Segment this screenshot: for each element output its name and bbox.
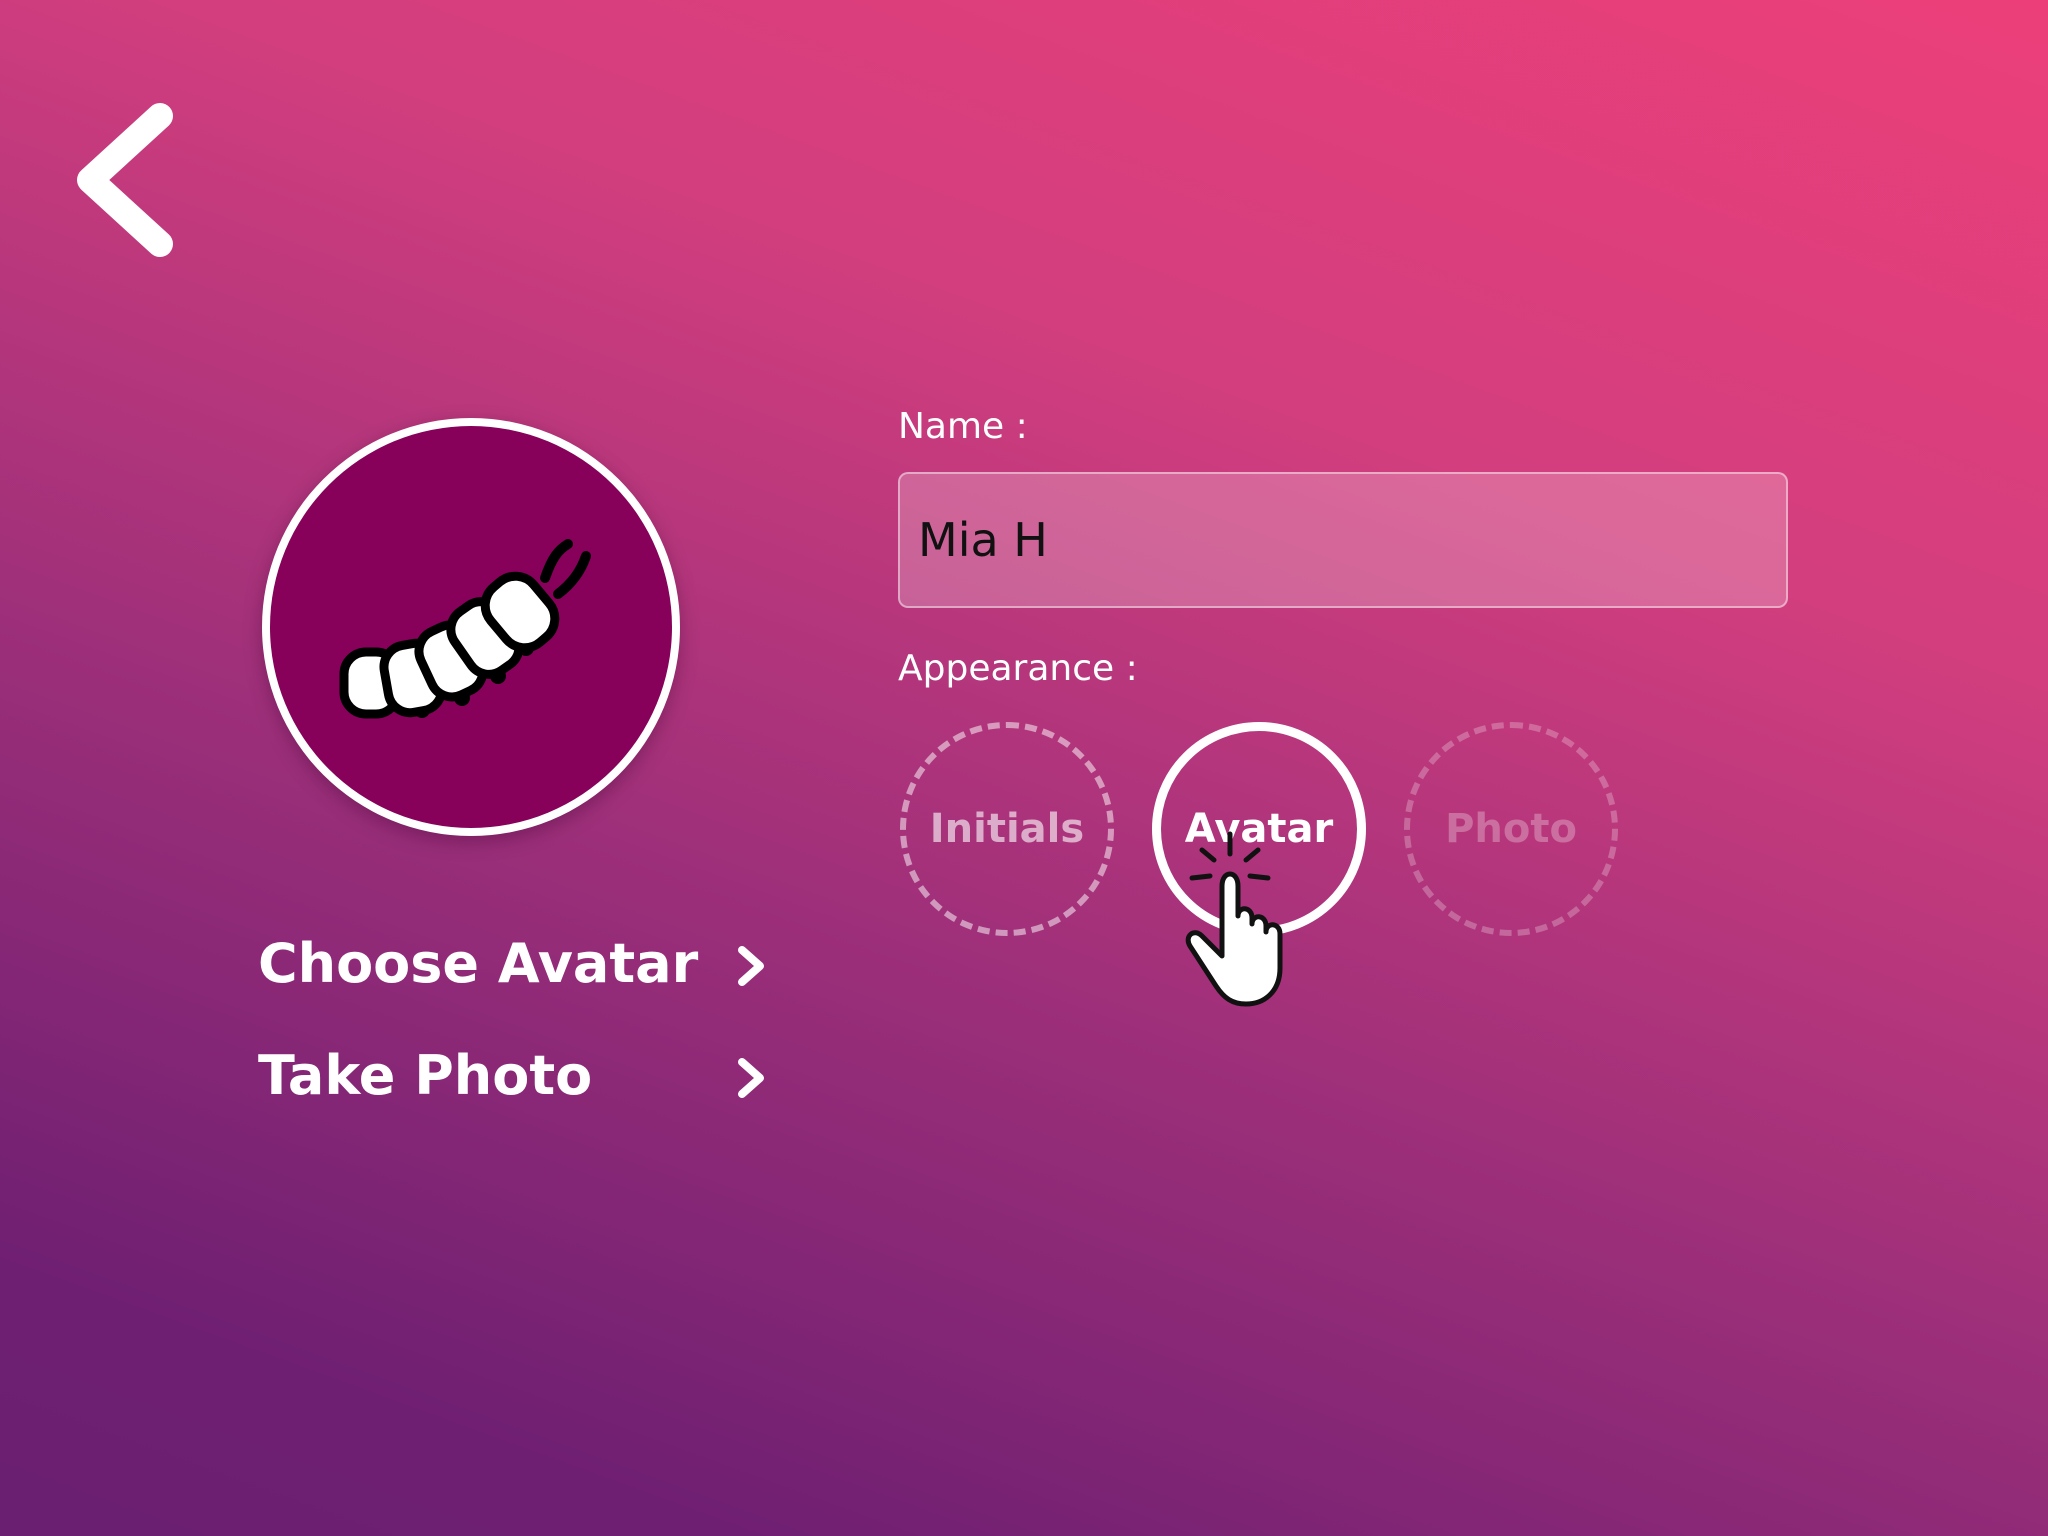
appearance-label: Appearance :	[898, 648, 1138, 689]
chevron-right-icon	[738, 946, 764, 986]
appearance-option-label: Photo	[1445, 806, 1577, 852]
choose-avatar-label: Choose Avatar	[258, 932, 699, 995]
avatar-preview-background	[270, 426, 672, 828]
take-photo-button[interactable]: Take Photo	[258, 1038, 768, 1114]
take-photo-label: Take Photo	[258, 1044, 593, 1107]
avatar-preview	[262, 418, 680, 836]
name-input[interactable]	[898, 472, 1788, 608]
tap-hand-icon	[1185, 831, 1283, 1007]
caterpillar-icon	[339, 539, 591, 719]
appearance-option-label: Initials	[929, 806, 1085, 852]
appearance-option-initials[interactable]: Initials	[900, 722, 1114, 936]
back-button[interactable]	[70, 100, 180, 260]
chevron-left-icon	[77, 103, 173, 257]
name-label: Name :	[898, 406, 1028, 447]
chevron-right-icon	[738, 1058, 764, 1098]
choose-avatar-button[interactable]: Choose Avatar	[258, 926, 768, 1002]
appearance-option-photo[interactable]: Photo	[1404, 722, 1618, 936]
